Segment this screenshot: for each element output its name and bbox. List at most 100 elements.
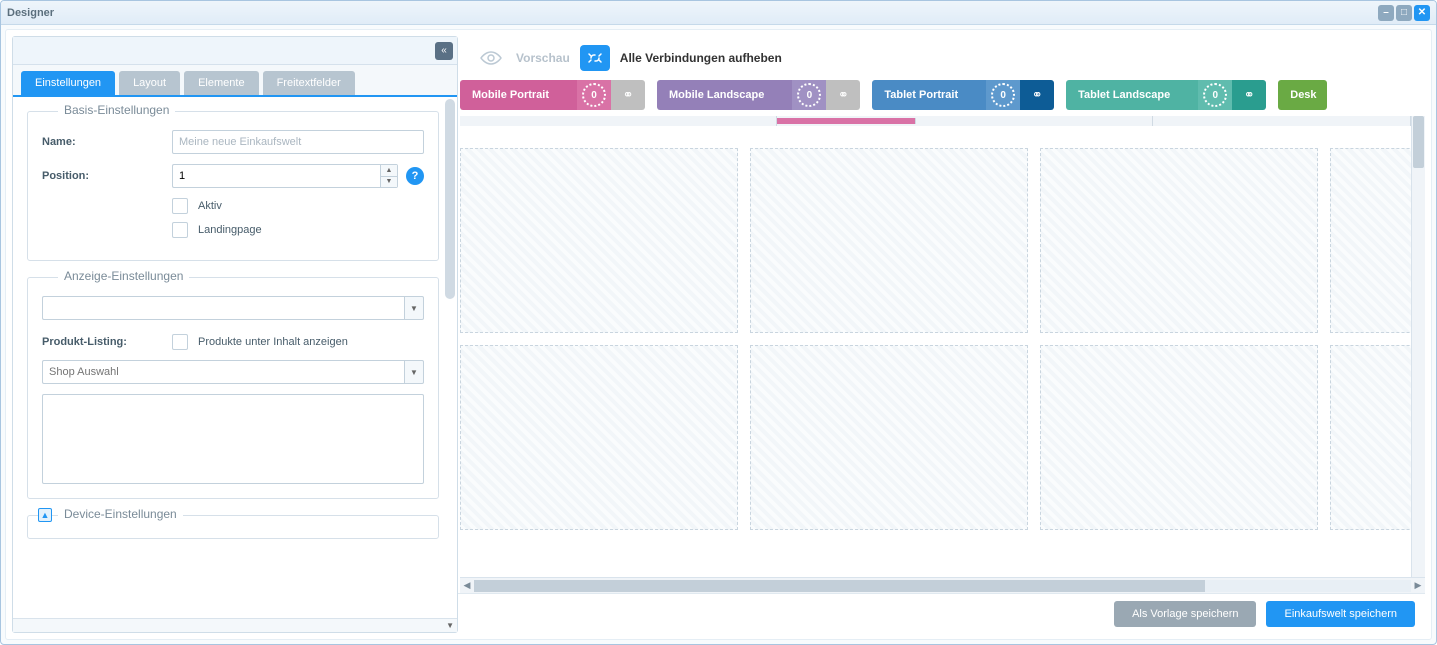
device-link-button[interactable]: ⚭ — [1020, 80, 1054, 110]
unlink-icon — [580, 45, 610, 71]
link-icon: ⚭ — [1244, 87, 1255, 103]
grid-cell[interactable] — [1330, 148, 1411, 333]
grid-cell[interactable] — [750, 345, 1028, 530]
preview-label: Vorschau — [516, 51, 570, 65]
panel-scrollbar[interactable] — [445, 99, 455, 299]
ruler — [460, 116, 1411, 126]
anzeige-combo-trigger[interactable]: ▼ — [404, 296, 424, 320]
window-controls: – □ ✕ — [1378, 5, 1430, 21]
device-tab-desktop[interactable]: Desk — [1278, 80, 1326, 110]
device-count-badge: 0 — [792, 80, 826, 110]
footer: Als Vorlage speichern Einkaufswelt speic… — [458, 593, 1425, 633]
tab-einstellungen[interactable]: Einstellungen — [21, 71, 115, 95]
device-count-badge: 0 — [1198, 80, 1232, 110]
panel-scroll-down-button[interactable]: ▼ — [446, 621, 454, 630]
device-link-button[interactable]: ⚭ — [1232, 80, 1266, 110]
link-icon: ⚭ — [623, 87, 634, 103]
device-label: Mobile Portrait — [460, 80, 577, 110]
name-row: Name: — [42, 130, 424, 154]
device-tab-mobile-portrait[interactable]: Mobile Portrait 0 ⚭ — [460, 80, 645, 110]
listing-label: Produkt-Listing: — [42, 336, 172, 348]
canvas-horizontal-scrollbar[interactable]: ◀ ▶ — [460, 577, 1425, 593]
main-toolbar: Vorschau Alle Verbindungen aufheben — [464, 36, 1425, 80]
device-fieldset-toggle[interactable]: ▲ — [38, 508, 52, 522]
canvas-area — [460, 116, 1425, 577]
device-count-badge: 0 — [577, 80, 611, 110]
preview-button[interactable]: Vorschau — [476, 45, 570, 71]
device-count-badge: 0 — [986, 80, 1020, 110]
landingpage-checkbox[interactable] — [172, 222, 188, 238]
basis-einstellungen-fieldset: Basis-Einstellungen Name: Position: ▲ ▼ — [27, 111, 439, 261]
link-icon: ⚭ — [838, 87, 849, 103]
scrollbar-thumb[interactable] — [474, 580, 1205, 592]
aktiv-checkbox[interactable] — [172, 198, 188, 214]
main-area: Vorschau Alle Verbindungen aufheben Mobi… — [458, 36, 1425, 633]
grid-cell[interactable] — [1040, 148, 1318, 333]
maximize-button[interactable]: □ — [1396, 5, 1412, 21]
landingpage-label: Landingpage — [198, 224, 262, 236]
device-label: Tablet Portrait — [872, 80, 986, 110]
listing-checkbox[interactable] — [172, 334, 188, 350]
scrollbar-thumb[interactable] — [1413, 116, 1424, 168]
chevron-left-icon: « — [441, 45, 447, 56]
settings-sidebar: « Einstellungen Layout Elemente Freitext… — [12, 36, 458, 633]
sidebar-tabs: Einstellungen Layout Elemente Freitextfe… — [13, 65, 457, 97]
canvas-scroll[interactable] — [460, 116, 1411, 577]
grid-cell[interactable] — [750, 148, 1028, 333]
save-as-template-button[interactable]: Als Vorlage speichern — [1114, 601, 1256, 627]
close-button[interactable]: ✕ — [1414, 5, 1430, 21]
link-icon: ⚭ — [1032, 87, 1043, 103]
device-tab-tablet-landscape[interactable]: Tablet Landscape 0 ⚭ — [1066, 80, 1266, 110]
shop-combo: ▼ — [42, 360, 424, 384]
device-tab-tablet-portrait[interactable]: Tablet Portrait 0 ⚭ — [872, 80, 1054, 110]
layout-grid — [460, 132, 1411, 546]
name-input[interactable] — [172, 130, 424, 154]
spinner-down-button[interactable]: ▼ — [381, 177, 397, 188]
shop-list-box[interactable] — [42, 394, 424, 484]
unlink-all-button[interactable]: Alle Verbindungen aufheben — [580, 45, 782, 71]
device-link-button[interactable]: ⚭ — [611, 80, 645, 110]
device-label: Tablet Landscape — [1066, 80, 1198, 110]
scroll-right-button[interactable]: ▶ — [1411, 580, 1425, 591]
name-label: Name: — [42, 136, 172, 148]
device-tab-mobile-landscape[interactable]: Mobile Landscape 0 ⚭ — [657, 80, 860, 110]
panel-bottom-scroll: ▼ — [13, 618, 457, 632]
tab-layout[interactable]: Layout — [119, 71, 180, 95]
eye-icon — [476, 45, 506, 71]
grid-cell[interactable] — [460, 148, 738, 333]
device-tabs: Mobile Portrait 0 ⚭ Mobile Landscape 0 ⚭… — [460, 80, 1425, 110]
anzeige-combo-input[interactable] — [42, 296, 404, 320]
anzeige-combo: ▼ — [42, 296, 424, 320]
position-help-button[interactable]: ? — [406, 167, 424, 185]
position-input[interactable] — [172, 164, 380, 188]
shop-combo-trigger[interactable]: ▼ — [404, 360, 424, 384]
anzeige-einstellungen-fieldset: Anzeige-Einstellungen ▼ Produkt-Listing:… — [27, 277, 439, 499]
minimize-button[interactable]: – — [1378, 5, 1394, 21]
designer-window: Designer – □ ✕ « Einstellungen Layout El… — [0, 0, 1437, 645]
device-label: Desk — [1278, 80, 1326, 110]
aktiv-row: Aktiv — [172, 198, 424, 214]
scroll-left-button[interactable]: ◀ — [460, 580, 474, 591]
anzeige-combo-row: ▼ — [42, 296, 424, 320]
grid-cell[interactable] — [460, 345, 738, 530]
landingpage-row: Landingpage — [172, 222, 424, 238]
tab-elemente[interactable]: Elemente — [184, 71, 258, 95]
titlebar: Designer – □ ✕ — [1, 1, 1436, 25]
shop-combo-input[interactable] — [42, 360, 404, 384]
tab-freitextfelder[interactable]: Freitextfelder — [263, 71, 355, 95]
grid-cell[interactable] — [1330, 345, 1411, 530]
scrollbar-track[interactable] — [474, 580, 1411, 592]
basis-legend: Basis-Einstellungen — [58, 103, 175, 117]
save-button[interactable]: Einkaufswelt speichern — [1266, 601, 1415, 627]
grid-cell[interactable] — [1040, 345, 1318, 530]
window-title: Designer — [7, 7, 54, 19]
settings-panel: Basis-Einstellungen Name: Position: ▲ ▼ — [13, 97, 457, 618]
listing-check-label: Produkte unter Inhalt anzeigen — [198, 336, 348, 348]
spinner-up-button[interactable]: ▲ — [381, 165, 397, 177]
aktiv-label: Aktiv — [198, 200, 222, 212]
listing-row: Produkt-Listing: Produkte unter Inhalt a… — [42, 334, 424, 350]
collapse-sidebar-button[interactable]: « — [435, 42, 453, 60]
device-link-button[interactable]: ⚭ — [826, 80, 860, 110]
canvas-vertical-scrollbar[interactable] — [1411, 116, 1425, 577]
sidebar-header: « — [13, 37, 457, 65]
